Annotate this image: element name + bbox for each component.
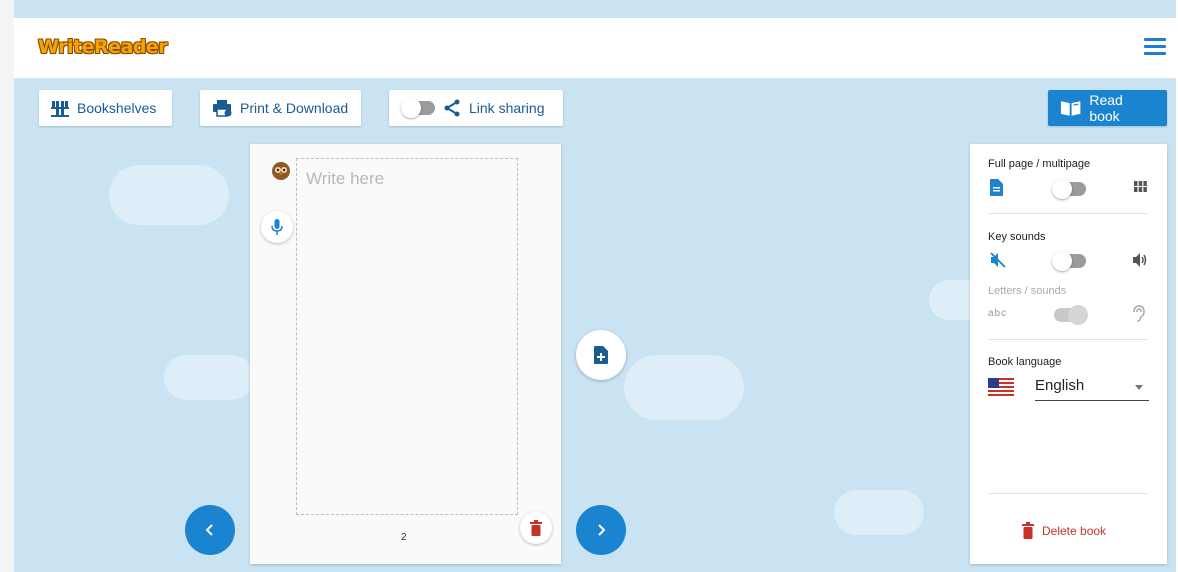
abc-label: abc (988, 308, 1008, 319)
read-book-label: Read book (1089, 92, 1123, 124)
hamburger-menu-icon[interactable] (1144, 38, 1166, 56)
layout-section-label: Full page / multipage (988, 158, 1091, 170)
owl-avatar-icon (272, 162, 290, 180)
layout-row (988, 178, 1148, 199)
book-settings-panel: Full page / multipage Key sounds Letters… (970, 144, 1167, 564)
chevron-right-icon (598, 524, 606, 536)
delete-book-label: Delete book (1042, 523, 1107, 538)
key-sounds-label: Key sounds (988, 231, 1046, 243)
read-book-button[interactable]: Read book (1048, 90, 1167, 126)
link-sharing-label: Link sharing (469, 100, 545, 116)
page-number: 2 (401, 532, 407, 543)
sound-on-icon[interactable] (1132, 252, 1148, 268)
bookshelf-icon (51, 101, 69, 117)
chevron-down-icon (1135, 385, 1143, 390)
book-page: Write here 2 (250, 144, 561, 564)
layout-toggle[interactable] (1052, 179, 1086, 199)
app-logo[interactable]: WriteReader (38, 36, 168, 58)
microphone-button[interactable] (261, 211, 293, 243)
printer-icon (213, 100, 232, 117)
write-area[interactable]: Write here (296, 158, 518, 515)
us-flag-icon (988, 378, 1014, 396)
cloud-decoration (834, 490, 924, 535)
divider (988, 213, 1148, 214)
language-value: English (1035, 377, 1085, 394)
letters-sounds-label: Letters / sounds (988, 285, 1067, 297)
cloud-decoration (624, 355, 744, 420)
add-page-button[interactable] (576, 330, 626, 380)
previous-page-button[interactable] (185, 505, 235, 555)
open-book-icon (1060, 101, 1081, 116)
write-placeholder: Write here (306, 169, 385, 188)
single-page-icon[interactable] (990, 179, 1003, 196)
chevron-left-icon (205, 524, 213, 536)
hearing-icon (1133, 305, 1145, 322)
print-download-label: Print & Download (240, 100, 349, 116)
print-download-button[interactable]: Print & Download (200, 90, 361, 126)
microphone-icon (271, 219, 283, 235)
delete-page-button[interactable] (520, 512, 552, 544)
bookshelves-label: Bookshelves (77, 100, 157, 116)
letters-sounds-toggle[interactable] (1054, 305, 1088, 325)
sound-off-icon[interactable] (990, 252, 1006, 268)
cloud-decoration (164, 355, 254, 400)
divider (988, 493, 1148, 494)
add-page-icon (594, 346, 608, 364)
trash-icon (530, 520, 542, 536)
link-sharing-toggle[interactable] (401, 98, 435, 118)
divider (988, 339, 1148, 340)
link-sharing-button[interactable]: Link sharing (389, 90, 563, 126)
key-sounds-row (988, 250, 1148, 271)
top-bar: WriteReader (14, 18, 1176, 79)
letters-sounds-row: abc (988, 304, 1148, 325)
language-select[interactable]: English (1035, 374, 1149, 401)
book-language-label: Book language (988, 356, 1062, 368)
share-icon (444, 99, 460, 117)
app-frame: WriteReader Bookshelves Print & Download (14, 0, 1176, 572)
trash-icon (1022, 522, 1034, 539)
grid-multipage-icon[interactable] (1134, 181, 1147, 192)
bookshelves-button[interactable]: Bookshelves (39, 90, 172, 126)
left-margin (0, 0, 14, 572)
next-page-button[interactable] (576, 505, 626, 555)
key-sounds-toggle[interactable] (1052, 251, 1086, 271)
delete-book-button[interactable]: Delete book (1022, 522, 1106, 539)
cloud-decoration (109, 165, 229, 225)
